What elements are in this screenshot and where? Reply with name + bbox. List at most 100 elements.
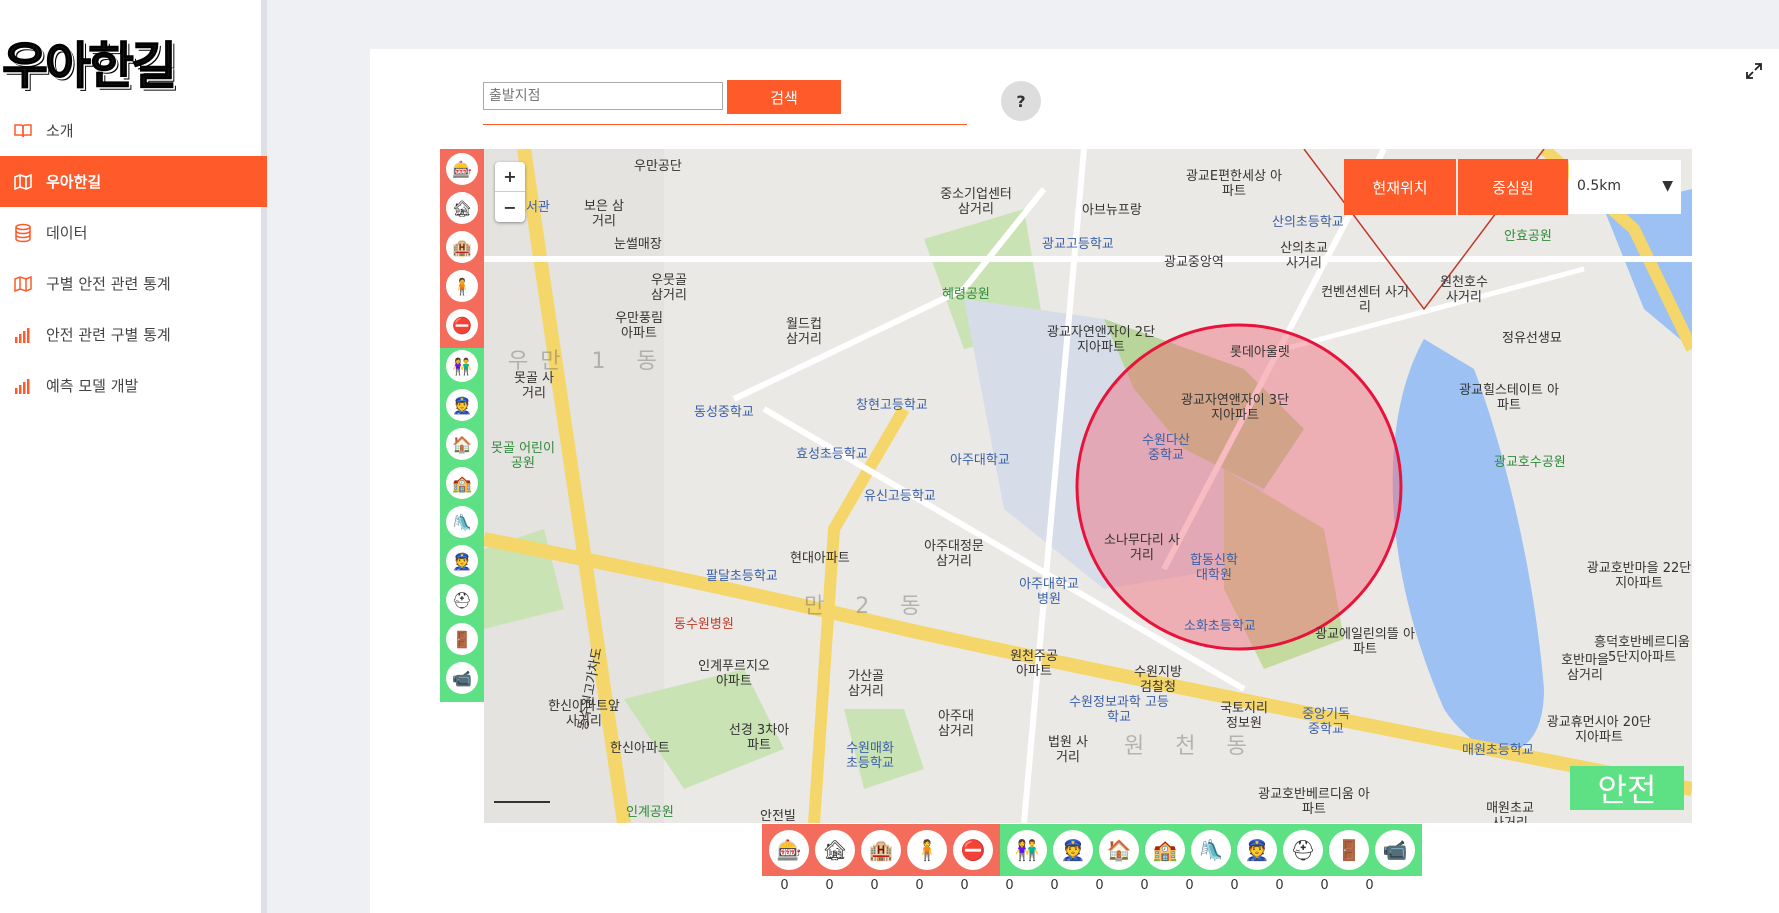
count-adult: 0 xyxy=(915,878,924,893)
count-lodging: 0 xyxy=(825,878,834,893)
map-label: 법원 사거리 xyxy=(1048,735,1089,765)
map-icon xyxy=(0,172,46,192)
center-circle-button[interactable]: 중심원 xyxy=(1458,159,1568,215)
zoom-in-button[interactable]: + xyxy=(495,162,525,192)
map-label: 매원초등학교 xyxy=(1462,743,1534,758)
helmet-icon[interactable]: ⛑ xyxy=(1283,830,1323,870)
map-label: 산의초교 사거리 xyxy=(1280,241,1328,271)
playground-icon[interactable]: 🛝 xyxy=(1191,830,1231,870)
zoom-out-button[interactable]: − xyxy=(495,192,525,222)
hotel-icon[interactable]: 🏨 xyxy=(446,231,478,263)
emergency-bell-icon[interactable]: 🚪 xyxy=(1329,830,1369,870)
map-label: 원 천 동 xyxy=(1124,734,1259,759)
guard-icon[interactable]: 👮 xyxy=(1053,830,1093,870)
map-label: 동성중학교 xyxy=(694,405,754,420)
safety-status-badge: 안전 xyxy=(1570,766,1684,810)
map-label: 호반마을 삼거리 xyxy=(1561,653,1609,683)
cctv-icon[interactable]: 📹 xyxy=(1375,830,1415,870)
map-label: 눈썰매장 xyxy=(614,237,662,252)
police-station-icon[interactable]: 🏠 xyxy=(1099,830,1139,870)
map-label: 월드컵 삼거리 xyxy=(786,317,822,347)
map-view[interactable]: 우만공단 도서관 보은 삼거리 눈썰매장 우만풍림 아파트 우뭇골 삼거리 월드… xyxy=(484,149,1692,823)
emergency-bell-icon[interactable]: 🚪 xyxy=(446,623,478,655)
map-label: 광교호반베르디움 아파트 xyxy=(1258,787,1370,817)
cctv-icon[interactable]: 📹 xyxy=(446,662,478,694)
sidebar-item-intro[interactable]: 소개 xyxy=(0,105,267,156)
map-label: 수원지방 검찰청 xyxy=(1134,665,1182,695)
sidebar-item-label: 우아한길 xyxy=(46,173,102,191)
book-icon xyxy=(0,121,46,141)
map-label: 수원매화 초등학교 xyxy=(846,741,894,771)
map-label: 우만 1 동 xyxy=(508,349,669,374)
sidebar-item-prediction[interactable]: 예측 모델 개발 xyxy=(0,360,267,411)
map-label: 안전빌 xyxy=(760,809,796,823)
school-icon[interactable]: 🏫 xyxy=(1145,830,1185,870)
entertainment-icon[interactable]: 🎰 xyxy=(769,830,809,870)
sidebar-menu: 소개 우아한길 데이터 구별 안전 관련 통계 안전 관련 구별 통계 예측 모… xyxy=(0,105,267,411)
adult-icon[interactable]: 🧍 xyxy=(446,270,478,302)
map-label: 인계푸르지오 아파트 xyxy=(698,659,770,689)
count-police: 0 xyxy=(1230,878,1239,893)
search-underline xyxy=(483,124,967,125)
radius-value: 0.5km xyxy=(1577,178,1622,194)
adult-icon[interactable]: 🧍 xyxy=(907,830,947,870)
map-label: 합동신학 대학원 xyxy=(1190,553,1238,583)
sidebar-item-safety-stats[interactable]: 안전 관련 구별 통계 xyxy=(0,309,267,360)
map-label: 매원초교 사거리 xyxy=(1486,801,1534,823)
sidebar: 우아한길 소개 우아한길 데이터 구별 안전 관련 통계 안전 관련 구별 통계… xyxy=(0,0,267,913)
school-icon[interactable]: 🏫 xyxy=(446,467,478,499)
helmet-icon[interactable]: ⛑ xyxy=(446,584,478,616)
search-button[interactable]: 검색 xyxy=(727,80,841,114)
chevron-down-icon: ▼ xyxy=(1662,178,1673,194)
guard-icon[interactable]: 👮 xyxy=(446,389,478,421)
help-button[interactable]: ? xyxy=(1001,81,1041,121)
lodging-icon[interactable]: 🏚 xyxy=(446,192,478,224)
safety-count-group: 👫 👮 🏠 🏫 🛝 👮 ⛑ 🚪 📹 xyxy=(1000,824,1422,876)
map-label: 광교고등학교 xyxy=(1042,237,1114,252)
map-label: 우뭇골 삼거리 xyxy=(651,273,687,303)
lodging-icon[interactable]: 🏚 xyxy=(815,830,855,870)
sidebar-item-data[interactable]: 데이터 xyxy=(0,207,267,258)
map-icon xyxy=(0,274,46,294)
bar-chart-icon xyxy=(0,376,46,396)
map-label: 창현고등학교 xyxy=(856,398,928,413)
sidebar-item-district-stats[interactable]: 구별 안전 관련 통계 xyxy=(0,258,267,309)
map-label: 선경 3차아파트 xyxy=(728,723,790,753)
map-label: 아주대학교 xyxy=(950,453,1010,468)
database-icon xyxy=(0,223,46,243)
map-filter-sidebar: 🎰 🏚 🏨 🧍 ⛔ 👫 👮 🏠 🏫 🛝 👮 ⛑ 🚪 📹 xyxy=(440,149,484,702)
age-restricted-icon[interactable]: ⛔ xyxy=(953,830,993,870)
count-playground: 0 xyxy=(1185,878,1194,893)
map-label: 못골 사거리 xyxy=(514,371,555,401)
playground-icon[interactable]: 🛝 xyxy=(446,506,478,538)
age-restricted-icon[interactable]: ⛔ xyxy=(446,309,478,341)
radius-select[interactable]: 0.5km ▼ xyxy=(1569,160,1681,214)
map-label: 광교힐스테이트 아파트 xyxy=(1459,383,1559,413)
map-label: 광교중앙역 xyxy=(1164,255,1224,270)
map-label: 산의초등학교 xyxy=(1272,215,1344,230)
origin-search-input[interactable] xyxy=(483,82,723,110)
sidebar-item-label: 예측 모델 개발 xyxy=(46,377,139,395)
entertainment-icon[interactable]: 🎰 xyxy=(446,153,478,185)
fullscreen-icon[interactable] xyxy=(1745,62,1763,80)
children-icon[interactable]: 👫 xyxy=(446,350,478,382)
hotel-icon[interactable]: 🏨 xyxy=(861,830,901,870)
current-location-button[interactable]: 현재위치 xyxy=(1344,159,1456,215)
poi-counts: 0 0 0 0 0 0 0 0 0 0 0 0 0 0 xyxy=(762,878,1392,896)
risk-filter-group: 🎰 🏚 🏨 🧍 ⛔ xyxy=(440,149,484,348)
police-station-icon[interactable]: 🏠 xyxy=(446,428,478,460)
risk-count-group: 🎰 🏚 🏨 🧍 ⛔ xyxy=(762,824,1000,876)
police-icon[interactable]: 👮 xyxy=(446,545,478,577)
children-icon[interactable]: 👫 xyxy=(1007,830,1047,870)
map-label: 혜령공원 xyxy=(942,287,990,302)
sidebar-item-label: 안전 관련 구별 통계 xyxy=(46,326,171,344)
map-label: 광교E편한세상 아파트 xyxy=(1185,169,1283,199)
map-label: 중소기업센터 삼거리 xyxy=(940,187,1012,217)
map-label: 소화초등학교 xyxy=(1184,619,1256,634)
map-label: 우만풍림 아파트 xyxy=(615,311,663,341)
police-icon[interactable]: 👮 xyxy=(1237,830,1277,870)
map-label: 중앙기독 중학교 xyxy=(1302,707,1350,737)
sidebar-item-safe-road[interactable]: 우아한길 xyxy=(0,156,267,207)
count-children: 0 xyxy=(1005,878,1014,893)
app-logo[interactable]: 우아한길 xyxy=(2,26,178,98)
